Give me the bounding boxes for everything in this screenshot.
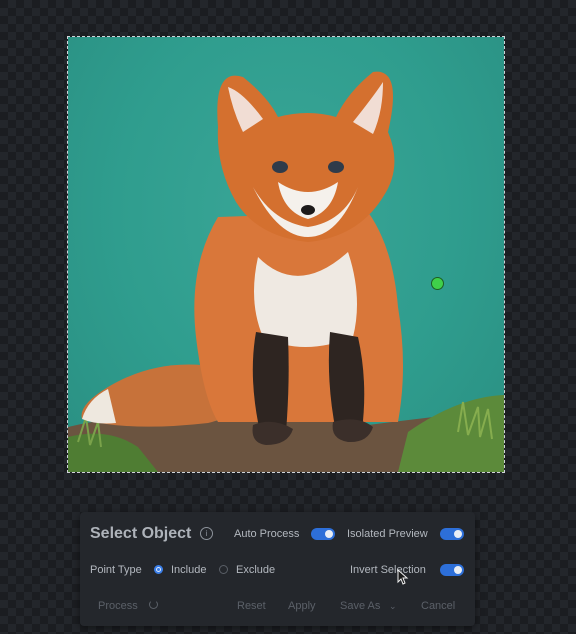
cursor-icon	[397, 569, 409, 585]
chevron-down-icon[interactable]: ⌄	[389, 601, 397, 612]
include-radio[interactable]	[154, 565, 163, 574]
exclude-label[interactable]: Exclude	[236, 564, 275, 576]
auto-process-label: Auto Process	[234, 528, 300, 540]
apply-button[interactable]: Apply	[288, 600, 316, 612]
exclude-radio[interactable]	[219, 565, 228, 574]
cancel-button[interactable]: Cancel	[421, 600, 455, 612]
process-button[interactable]: Process	[98, 600, 138, 612]
info-icon[interactable]: i	[200, 527, 213, 540]
isolated-preview-label: Isolated Preview	[347, 528, 428, 540]
auto-process-toggle[interactable]	[311, 528, 335, 540]
panel-title: Select Object	[90, 525, 192, 542]
invert-selection-toggle[interactable]	[440, 564, 464, 576]
spinner-icon	[149, 600, 158, 609]
isolated-preview-toggle[interactable]	[440, 528, 464, 540]
reset-button[interactable]: Reset	[237, 600, 266, 612]
select-object-panel: Select Object i Auto Process Isolated Pr…	[80, 512, 475, 626]
include-label[interactable]: Include	[171, 564, 206, 576]
save-as-button[interactable]: Save As	[340, 600, 380, 612]
point-type-label: Point Type	[90, 564, 142, 576]
invert-selection-label: Invert Selection	[350, 564, 426, 576]
image-canvas[interactable]	[67, 36, 505, 473]
include-point-marker[interactable]	[431, 277, 444, 290]
fox-image	[68, 71, 504, 472]
